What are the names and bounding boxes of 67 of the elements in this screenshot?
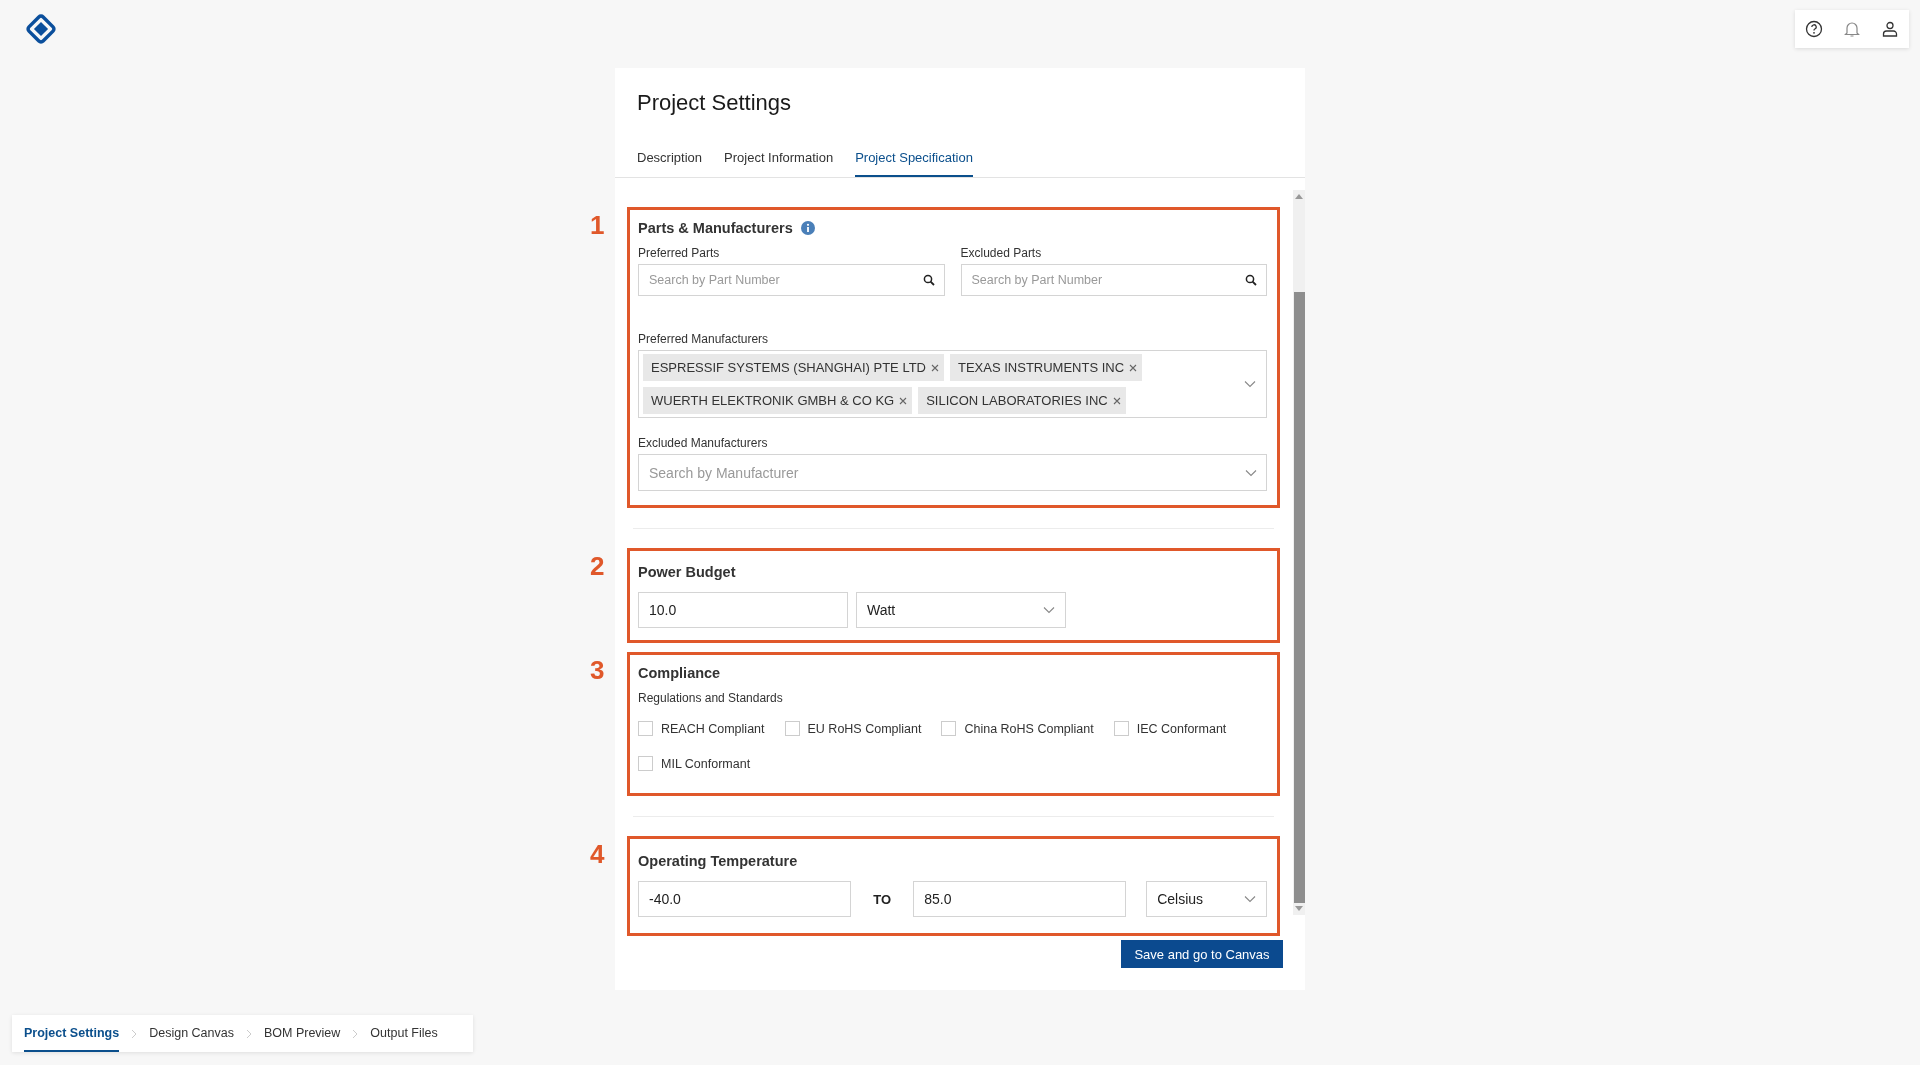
remove-icon[interactable] [931, 363, 939, 372]
tab[interactable]: Project Information [724, 144, 834, 177]
checkbox-option[interactable]: China RoHS Compliant [941, 721, 1094, 736]
search-icon [922, 274, 935, 286]
chevron-down-icon [1244, 895, 1256, 903]
annotation-number: 4 [590, 839, 605, 870]
scrollbar[interactable] [1293, 190, 1305, 915]
breadcrumb-step[interactable]: BOM Preview [263, 1015, 341, 1052]
checkbox-option[interactable]: MIL Conformant [638, 756, 765, 771]
breadcrumb-step[interactable]: Design Canvas [149, 1015, 234, 1052]
bell-icon[interactable] [1843, 20, 1861, 38]
checkbox-option[interactable]: IEC Conformant [1113, 721, 1227, 736]
tag-label: WUERTH ELEKTRONIK GMBH & CO KG [651, 393, 895, 408]
search-icon [1245, 274, 1257, 286]
field-label: Excluded Parts [960, 246, 1043, 260]
field-label: Preferred Manufacturers [638, 332, 770, 346]
chevron-down-icon [1244, 380, 1256, 388]
field-label: Preferred Parts [638, 246, 721, 260]
range-separator: TO [872, 891, 892, 907]
annotation-number: 3 [590, 655, 605, 686]
chevron-down-icon [1245, 468, 1257, 477]
checkbox-option[interactable]: EU RoHS Compliant [784, 721, 922, 736]
chevron-right-icon [131, 1028, 138, 1039]
field-label: Excluded Manufacturers [638, 436, 769, 450]
checkbox[interactable] [1113, 721, 1129, 736]
section-title: Operating Temperature [638, 853, 798, 869]
tab[interactable]: Description [637, 144, 703, 177]
chevron-right-icon [245, 1028, 252, 1039]
section-title: Parts & Manufacturers [638, 220, 793, 236]
breadcrumb-step[interactable]: Output Files [370, 1015, 438, 1052]
remove-icon[interactable] [1129, 363, 1138, 372]
manufacturer-select[interactable]: Search by Manufacturer [638, 454, 1267, 491]
remove-icon[interactable] [899, 396, 908, 405]
search-field[interactable]: Search by Part Number [960, 264, 1267, 296]
chevron-down-icon [1043, 606, 1055, 614]
save-button[interactable]: Save and go to Canvas [1121, 940, 1283, 968]
unit-select[interactable]: Watt [856, 592, 1066, 628]
tab[interactable]: Project Specification [855, 144, 973, 177]
tag-label: TEXAS INSTRUMENTS INC [958, 360, 1125, 375]
scroll-up-icon[interactable] [1295, 193, 1303, 199]
scroll-down-icon[interactable] [1295, 906, 1303, 912]
help-icon[interactable] [1805, 20, 1823, 38]
section-title: Power Budget [638, 564, 736, 580]
checkbox-option[interactable]: REACH Compliant [638, 721, 765, 736]
subsection-label: Regulations and Standards [638, 691, 784, 705]
annotation-number: 1 [590, 210, 605, 241]
tag-label: ESPRESSIF SYSTEMS (SHANGHAI) PTE LTD [651, 360, 926, 375]
page-title: Project Settings [637, 90, 793, 117]
checkbox[interactable] [784, 721, 800, 736]
min-temperature-input[interactable]: -40.0 [638, 881, 851, 917]
info-icon[interactable] [800, 221, 815, 235]
unit-select[interactable]: Celsius [1146, 881, 1267, 917]
manufacturer-select[interactable]: ESPRESSIF SYSTEMS (SHANGHAI) PTE LTD TEXAS INSTRUMENTS INC WUERTH ELEKTRONIK GMBH & CO KG SILICON LABORATORIES INC [638, 350, 1267, 418]
section-title: Compliance [638, 665, 721, 681]
search-field[interactable]: Search by Part Number [638, 264, 945, 296]
checkbox[interactable] [941, 721, 957, 736]
max-temperature-input[interactable]: 85.0 [913, 881, 1127, 917]
annotation-number: 2 [590, 551, 605, 582]
power-input[interactable]: 10.0 [638, 592, 848, 628]
checkbox[interactable] [638, 756, 653, 771]
breadcrumb-step[interactable]: Project Settings [24, 1015, 120, 1052]
tag-label: SILICON LABORATORIES INC [926, 393, 1108, 408]
logo-icon[interactable] [24, 12, 58, 46]
chevron-right-icon [352, 1028, 359, 1039]
user-icon[interactable] [1881, 20, 1899, 38]
checkbox[interactable] [638, 721, 653, 736]
remove-icon[interactable] [1112, 396, 1121, 405]
